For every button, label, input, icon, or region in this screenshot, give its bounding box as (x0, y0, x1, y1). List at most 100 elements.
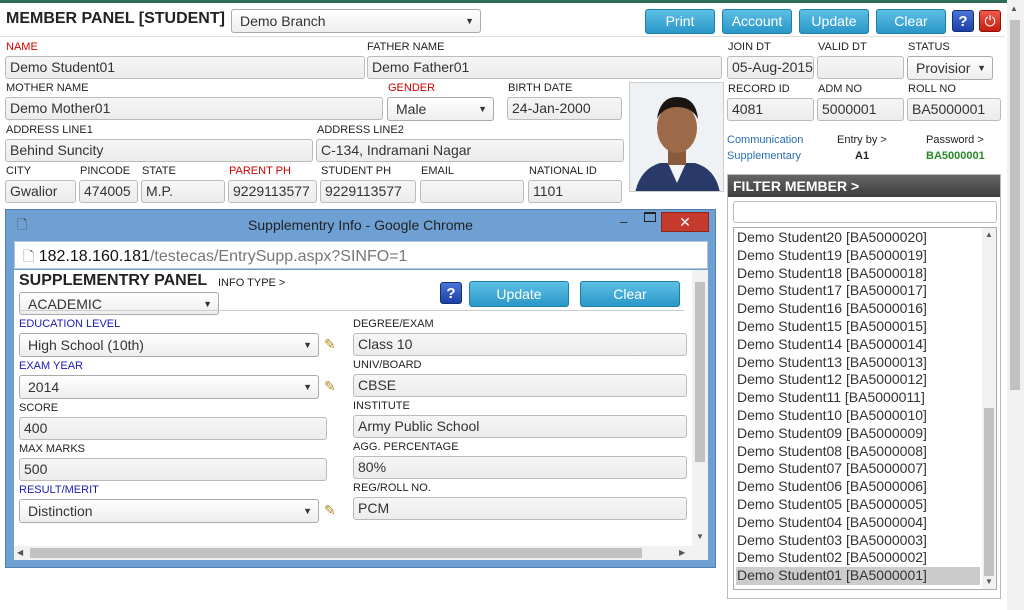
addr2-field[interactable]: C-134, Indramani Nagar (316, 139, 624, 162)
national-id-field[interactable]: 1101 (528, 180, 622, 203)
address-bar[interactable]: 🗋 182.18.160.181/testecas/EntrySupp.aspx… (14, 241, 708, 269)
list-item[interactable]: Demo Student01 [BA5000001] (736, 567, 980, 586)
branch-select[interactable]: Demo Branch ▼ (231, 9, 481, 33)
name-field[interactable]: Demo Student01 (5, 56, 365, 79)
father-field[interactable]: Demo Father01 (367, 56, 722, 79)
list-item[interactable]: Demo Student04 [BA5000004] (736, 514, 980, 532)
max-marks-field[interactable]: 500 (19, 458, 327, 481)
list-scrollbar[interactable]: ▲ ▼ (982, 228, 996, 589)
pin-field[interactable]: 474005 (79, 180, 138, 203)
city-field[interactable]: Gwalior (5, 180, 76, 203)
list-item[interactable]: Demo Student13 [BA5000013] (736, 354, 980, 372)
list-item[interactable]: Demo Student05 [BA5000005] (736, 496, 980, 514)
maximize-icon[interactable] (644, 212, 656, 222)
valid-field[interactable] (817, 56, 904, 79)
url-path: /testecas/EntrySupp.aspx?SINFO=1 (149, 248, 408, 265)
supplementary-panel: SUPPLEMENTRY PANEL INFO TYPE > ACADEMIC … (14, 270, 708, 560)
scroll-down-icon[interactable]: ▼ (985, 577, 993, 586)
popup-vertical-scrollbar[interactable]: ▼ (692, 270, 708, 546)
filter-search-input[interactable] (733, 201, 997, 223)
chevron-down-icon: ▼ (478, 104, 487, 114)
parent-phone-field[interactable]: 9229113577 (228, 180, 317, 203)
list-item[interactable]: Demo Student17 [BA5000017] (736, 282, 980, 300)
page-scrollbar[interactable]: ▲ (1007, 0, 1024, 610)
birth-label: BIRTH DATE (508, 82, 573, 94)
exam-year-select[interactable]: 2014 ▼ (19, 375, 319, 399)
print-button[interactable]: Print (645, 9, 715, 34)
clear-button[interactable]: Clear (876, 9, 946, 34)
adm-field[interactable]: 5000001 (817, 98, 904, 121)
list-item[interactable]: Demo Student09 [BA5000009] (736, 425, 980, 443)
account-button[interactable]: Account (722, 9, 792, 34)
education-select[interactable]: High School (10th) ▼ (19, 333, 319, 357)
student-phone-field[interactable]: 9229113577 (320, 180, 416, 203)
record-field[interactable]: 4081 (727, 98, 814, 121)
page-scroll-thumb[interactable] (1010, 20, 1020, 390)
agg-field[interactable]: 80% (353, 456, 687, 479)
result-select[interactable]: Distinction ▼ (19, 499, 319, 523)
list-item[interactable]: Demo Student07 [BA5000007] (736, 460, 980, 478)
addr1-field[interactable]: Behind Suncity (5, 139, 313, 162)
popup-horizontal-scrollbar[interactable]: ◀ ▶ (14, 546, 708, 560)
avatar (630, 83, 723, 191)
update-button[interactable]: Update (799, 9, 869, 34)
degree-field[interactable]: Class 10 (353, 333, 687, 356)
roll-field[interactable]: BA5000001 (907, 98, 1001, 121)
help-icon[interactable]: ? (952, 10, 974, 32)
member-list[interactable]: Demo Student01 [BA5000001] Demo Student02… (733, 227, 997, 590)
list-item[interactable]: Demo Student03 [BA5000003] (736, 532, 980, 550)
list-item[interactable]: Demo Student10 [BA5000010] (736, 407, 980, 425)
edit-pencil-icon[interactable]: ✎ (324, 378, 336, 395)
list-item[interactable]: Demo Student15 [BA5000015] (736, 318, 980, 336)
popup-hscroll-thumb[interactable] (30, 548, 642, 558)
list-item[interactable]: Demo Student06 [BA5000006] (736, 478, 980, 496)
list-item[interactable]: Demo Student12 [BA5000012] (736, 371, 980, 389)
branch-value: Demo Branch (240, 13, 326, 29)
edit-pencil-icon[interactable]: ✎ (324, 502, 336, 519)
scroll-right-icon[interactable]: ▶ (679, 548, 685, 557)
edit-pencil-icon[interactable]: ✎ (324, 336, 336, 353)
filter-title: FILTER MEMBER > (728, 175, 1000, 197)
list-item[interactable]: Demo Student19 [BA5000019] (736, 247, 980, 265)
state-field[interactable]: M.P. (141, 180, 225, 203)
list-item[interactable]: Demo Student18 [BA5000018] (736, 265, 980, 283)
scroll-down-icon[interactable]: ▼ (696, 532, 704, 541)
scroll-thumb[interactable] (984, 408, 994, 576)
list-item[interactable]: Demo Student20 [BA5000020] (736, 229, 980, 247)
list-item[interactable]: Demo Student14 [BA5000014] (736, 336, 980, 354)
list-item[interactable]: Demo Student02 [BA5000002] (736, 549, 980, 567)
entry-label: Entry by > (837, 134, 887, 146)
help-icon[interactable]: ? (440, 282, 462, 304)
window-titlebar[interactable]: 🗋 Supplementry Info - Google Chrome – ✕ (6, 210, 715, 240)
close-icon[interactable]: ✕ (661, 212, 709, 232)
birth-field[interactable]: 24-Jan-2000 (507, 97, 622, 120)
score-field[interactable]: 400 (19, 417, 327, 440)
mother-field[interactable]: Demo Mother01 (5, 97, 383, 120)
list-item[interactable]: Demo Student16 [BA5000016] (736, 300, 980, 318)
reg-field[interactable]: PCM (353, 497, 687, 520)
institute-field[interactable]: Army Public School (353, 415, 687, 438)
clear-button[interactable]: Clear (580, 281, 680, 307)
addr1-label: ADDRESS LINE1 (6, 124, 93, 136)
update-button[interactable]: Update (469, 281, 569, 307)
univ-field[interactable]: CBSE (353, 374, 687, 397)
info-type-select[interactable]: ACADEMIC ▼ (19, 292, 219, 315)
supplementary-link[interactable]: Supplementary (727, 150, 801, 162)
list-item[interactable]: Demo Student11 [BA5000011] (736, 389, 980, 407)
minimize-icon[interactable]: – (620, 214, 627, 229)
scroll-up-icon[interactable]: ▲ (985, 230, 993, 239)
mother-label: MOTHER NAME (6, 82, 89, 94)
scroll-left-icon[interactable]: ◀ (17, 548, 23, 557)
score-label: SCORE (19, 402, 59, 414)
join-field[interactable]: 05-Aug-2015 (727, 56, 814, 79)
status-select[interactable]: Provisior ▼ (907, 56, 993, 80)
list-item[interactable]: Demo Student08 [BA5000008] (736, 443, 980, 461)
scroll-up-icon[interactable]: ▲ (1010, 4, 1018, 13)
power-icon[interactable]: ⏻ (979, 10, 1001, 32)
chevron-down-icon: ▼ (465, 16, 474, 26)
communication-link[interactable]: Communication (727, 134, 803, 146)
gender-select[interactable]: Male ▼ (387, 97, 494, 121)
email-field[interactable] (420, 180, 524, 203)
popup-scroll-thumb[interactable] (695, 282, 705, 462)
status-value: Provisior (916, 60, 971, 76)
